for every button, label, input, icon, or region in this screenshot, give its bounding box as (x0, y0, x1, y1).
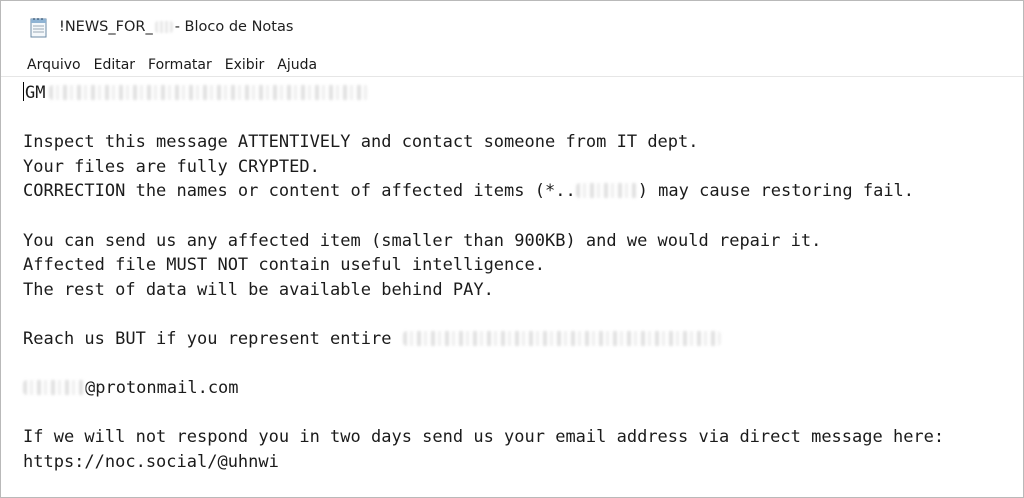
line-text: CORRECTION the names or content of affec… (23, 181, 576, 202)
window-title-suffix: - Bloco de Notas (174, 19, 294, 35)
menu-ajuda[interactable]: Ajuda (272, 56, 322, 74)
line-text: Reach us BUT if you represent entire (23, 328, 392, 349)
text-line: Your files are fully CRYPTED. (23, 156, 320, 177)
redacted-text (575, 183, 638, 199)
line-text: ) may cause restoring fail. (637, 181, 915, 202)
menu-editar[interactable]: Editar (89, 56, 140, 74)
text-line: Inspect this message ATTENTIVELY and con… (23, 132, 699, 153)
text-line: Reach us BUT if you represent entire (23, 327, 1023, 352)
notepad-window: !NEWS_FOR_ - Bloco de Notas Arquivo Edit… (0, 0, 1024, 498)
window-title-prefix: !NEWS_FOR_ (59, 19, 153, 35)
redacted-text (403, 330, 722, 346)
text-line: You can send us any affected item (small… (23, 230, 822, 251)
menu-formatar[interactable]: Formatar (143, 56, 217, 74)
redacted-title-part (154, 21, 173, 33)
line-text: GM (25, 83, 46, 103)
text-caret (23, 82, 24, 101)
notepad-icon (29, 16, 49, 38)
title-bar[interactable]: !NEWS_FOR_ - Bloco de Notas (1, 1, 1023, 53)
text-line: @protonmail.com (23, 376, 1023, 401)
menu-arquivo[interactable]: Arquivo (27, 56, 86, 74)
text-editor-area[interactable]: GM Inspect this message ATTENTIVELY and … (1, 77, 1023, 497)
text-line: The rest of data will be available behin… (23, 279, 494, 300)
menu-bar: Arquivo Editar Formatar Exibir Ajuda (1, 54, 1023, 76)
text-line: If we will not respond you in two days s… (23, 427, 945, 448)
redacted-text (49, 85, 372, 100)
text-line: https://noc.social/@uhnwi (23, 451, 279, 472)
text-line: CORRECTION the names or content of affec… (23, 179, 1023, 204)
text-line: Affected file MUST NOT contain useful in… (23, 255, 545, 276)
line-text: @protonmail.com (85, 378, 239, 399)
menu-exibir[interactable]: Exibir (220, 56, 270, 74)
text-line: GM (23, 81, 1023, 106)
redacted-text (23, 380, 85, 396)
